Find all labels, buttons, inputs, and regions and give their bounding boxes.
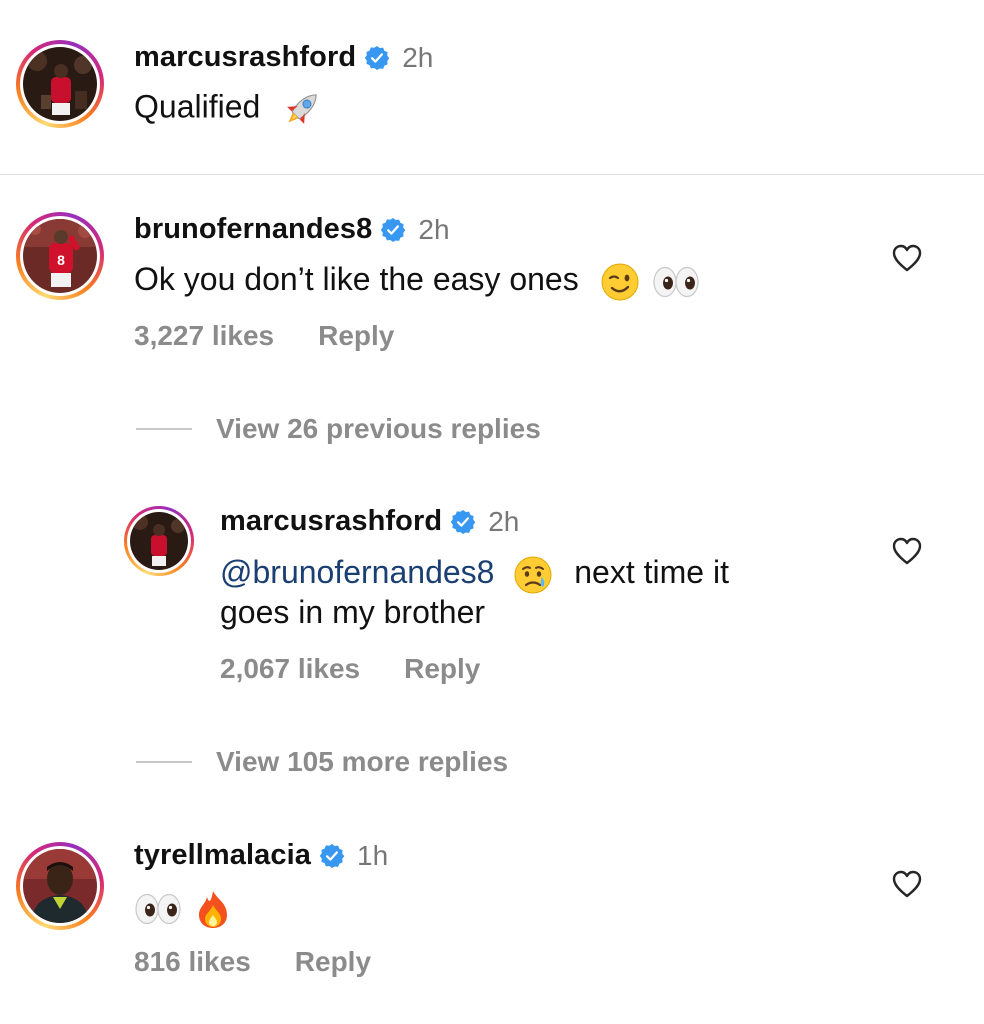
crying-face-icon <box>514 556 552 594</box>
comment-meta-bruno: 3,227 likes Reply <box>134 320 394 352</box>
comment-meta-tyrell: 816 likes Reply <box>134 946 371 978</box>
caption-text: Qualified <box>134 88 261 125</box>
comment-header-tyrell: tyrellmalacia 1h <box>134 839 388 872</box>
comment-header-bruno: brunofernandes8 2h <box>134 213 450 246</box>
comment-time: 1h <box>357 839 389 871</box>
reply-time: 2h <box>488 505 520 537</box>
eyes-icon <box>652 266 700 298</box>
comment-username[interactable]: brunofernandes8 <box>134 213 372 246</box>
comment-text: Ok you don’t like the easy ones <box>134 261 579 297</box>
reply-header: marcusrashford 2h <box>220 505 519 538</box>
like-heart-icon[interactable] <box>892 870 922 898</box>
likes-count[interactable]: 2,067 likes <box>220 653 360 685</box>
reply-username[interactable]: marcusrashford <box>220 505 442 538</box>
winking-face-icon <box>601 263 639 301</box>
reply-text-line1: @brunofernandes8 next time it <box>220 552 729 595</box>
view-more-replies-label[interactable]: View 105 more replies <box>216 746 508 778</box>
eyes-icon <box>134 893 182 925</box>
comment-time: 2h <box>418 213 450 245</box>
caption-divider <box>0 174 984 175</box>
caption-username[interactable]: marcusrashford <box>134 41 356 74</box>
like-heart-icon[interactable] <box>892 537 922 565</box>
like-heart-icon[interactable] <box>892 244 922 272</box>
reply-button[interactable]: Reply <box>404 653 480 685</box>
svg-text:8: 8 <box>57 252 65 268</box>
fire-icon <box>198 890 227 928</box>
reply-text-line2: goes in my brother <box>220 592 485 632</box>
view-previous-replies-label[interactable]: View 26 previous replies <box>216 413 541 445</box>
verified-badge-icon <box>364 45 390 71</box>
reply-button[interactable]: Reply <box>295 946 371 978</box>
thread-line <box>136 761 192 763</box>
reply-button[interactable]: Reply <box>318 320 394 352</box>
likes-count[interactable]: 3,227 likes <box>134 320 274 352</box>
view-more-replies[interactable]: View 105 more replies <box>136 746 508 778</box>
likes-count[interactable]: 816 likes <box>134 946 251 978</box>
thread-line <box>136 428 192 430</box>
rocket-icon <box>287 94 317 124</box>
caption-time: 2h <box>402 41 434 73</box>
verified-badge-icon <box>380 217 406 243</box>
caption-header: marcusrashford 2h <box>134 41 433 74</box>
verified-badge-icon <box>450 509 476 535</box>
comment-text-row-tyrell <box>134 886 231 929</box>
reply-text-part2: goes in my brother <box>220 594 486 630</box>
reply-text-part1: next time it <box>574 554 729 590</box>
verified-badge-icon <box>319 843 345 869</box>
reply-mention-link[interactable]: @brunofernandes8 <box>220 554 494 590</box>
comment-text-row-bruno: Ok you don’t like the easy ones <box>134 259 700 302</box>
reply-meta: 2,067 likes Reply <box>220 653 480 685</box>
comment-username[interactable]: tyrellmalacia <box>134 839 311 872</box>
caption-text-row: Qualified <box>134 86 325 132</box>
view-previous-replies[interactable]: View 26 previous replies <box>136 413 541 445</box>
